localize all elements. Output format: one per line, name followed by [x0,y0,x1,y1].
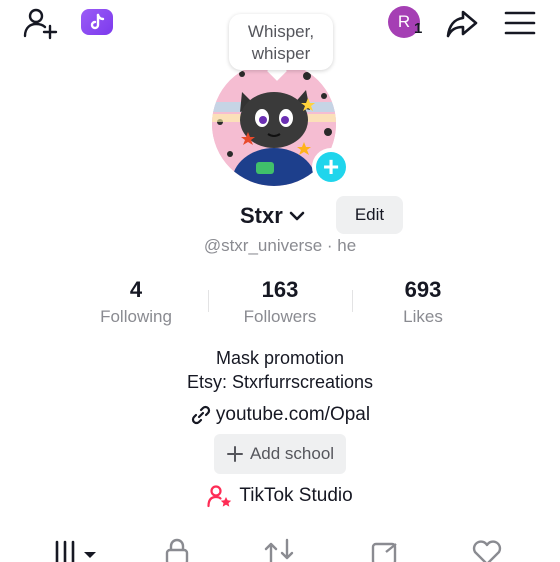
stat-followers[interactable]: 163 Followers [205,277,355,329]
stat-likes-value: 693 [404,277,442,302]
stat-following-value: 4 [129,277,143,302]
videos-grid-icon [55,540,96,562]
liked-icon [472,540,502,562]
stat-likes-label: Likes [403,307,443,326]
tab-videos[interactable] [52,536,98,562]
tab-reposts[interactable] [262,536,296,562]
share-profile-button[interactable] [443,4,481,42]
profile-link-text: youtube.com/Opal [215,404,371,425]
stat-followers-value: 163 [261,277,299,302]
plus-icon [226,446,243,462]
tab-favorites[interactable] [368,536,402,562]
menu-button[interactable] [503,8,537,38]
tiktok-studio-label: TikTok Studio [239,485,353,506]
status-bubble[interactable]: Whisper, whisper [229,14,333,70]
add-school-button[interactable]: Add school [214,434,346,474]
profile-link[interactable]: youtube.com/Opal [0,404,560,426]
add-school-label: Add school [249,444,335,463]
username: Stxr [240,203,283,228]
edit-profile-button[interactable]: Edit [336,196,403,234]
add-story-button[interactable]: + [312,148,350,186]
creator-studio-icon [207,485,232,508]
plus-icon: + [316,152,346,182]
creator-ticket-button[interactable] [81,9,113,35]
stat-following[interactable]: 4 Following [61,277,211,329]
tiktok-studio-link[interactable]: TikTok Studio [0,484,560,508]
bookmark-icon [371,542,397,562]
tab-private[interactable] [163,536,191,562]
bio: Mask promotion Etsy: Stxrfurrscreations [0,346,560,394]
lock-icon [165,538,189,562]
account-notification-count: 1 [414,20,423,37]
repost-icon [264,538,294,562]
share-icon [446,10,478,38]
tiktok-ticket-icon [90,13,105,30]
add-friend-button[interactable] [22,5,58,41]
bubble-text: Whisper, whisper [247,22,315,63]
stat-following-label: Following [100,307,172,326]
handle-text: @stxr_universe · he [203,236,357,255]
stat-followers-label: Followers [243,307,317,326]
username-switcher[interactable]: Stxr [240,200,308,232]
bio-line: Etsy: Stxrfurrscreations [186,372,374,392]
link-icon [191,405,211,425]
chevron-down-icon [289,211,305,221]
stat-likes[interactable]: 693 Likes [348,277,498,329]
hamburger-menu-icon [504,11,536,35]
bio-line: Mask promotion [215,348,345,368]
add-friend-icon [23,8,58,40]
tab-liked[interactable] [470,536,504,562]
